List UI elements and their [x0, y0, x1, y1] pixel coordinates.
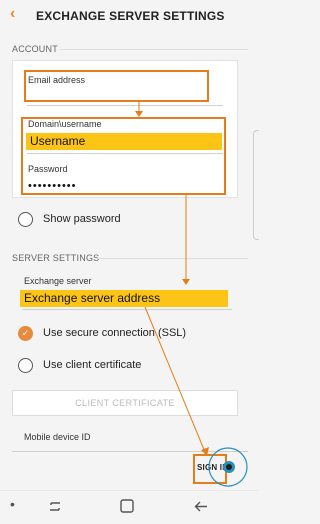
credentials-annotation-box	[21, 117, 226, 195]
show-password-label: Show password	[43, 213, 121, 225]
exchange-server-underline	[22, 309, 232, 310]
client-cert-radio[interactable]	[18, 358, 33, 373]
account-divider	[60, 49, 248, 50]
back-arrow-icon[interactable]: ‹	[10, 6, 22, 22]
email-field[interactable]	[24, 70, 209, 102]
nav-dot-icon: •	[10, 496, 15, 512]
client-cert-label: Use client certificate	[43, 359, 142, 371]
server-section-label: SERVER SETTINGS	[12, 253, 100, 263]
username-field[interactable]: Username	[26, 133, 222, 150]
top-bar: ‹ EXCHANGE SERVER SETTINGS	[0, 0, 259, 36]
server-divider	[96, 258, 248, 259]
ssl-label: Use secure connection (SSL)	[43, 327, 187, 339]
exchange-server-label: Exchange server	[24, 276, 92, 286]
email-underline	[27, 105, 223, 106]
mobile-device-id-label: Mobile device ID	[24, 432, 91, 442]
client-certificate-button[interactable]: CLIENT CERTIFICATE	[12, 390, 238, 416]
back-nav-icon[interactable]	[194, 500, 208, 513]
show-password-radio[interactable]	[18, 212, 33, 227]
exchange-server-field[interactable]: Exchange server address	[20, 290, 228, 307]
arrowhead-icon	[182, 279, 190, 285]
mobile-device-id-underline	[12, 451, 248, 452]
edge-panel-handle[interactable]	[253, 130, 259, 240]
account-section-label: ACCOUNT	[12, 44, 58, 54]
sign-in-button[interactable]: SIGN IN	[197, 463, 228, 472]
ssl-checkbox[interactable]: ✓	[18, 326, 33, 341]
home-icon[interactable]	[120, 499, 134, 514]
recent-apps-icon[interactable]	[47, 500, 63, 514]
page-title: EXCHANGE SERVER SETTINGS	[36, 9, 225, 23]
navigation-bar: •	[0, 490, 259, 524]
